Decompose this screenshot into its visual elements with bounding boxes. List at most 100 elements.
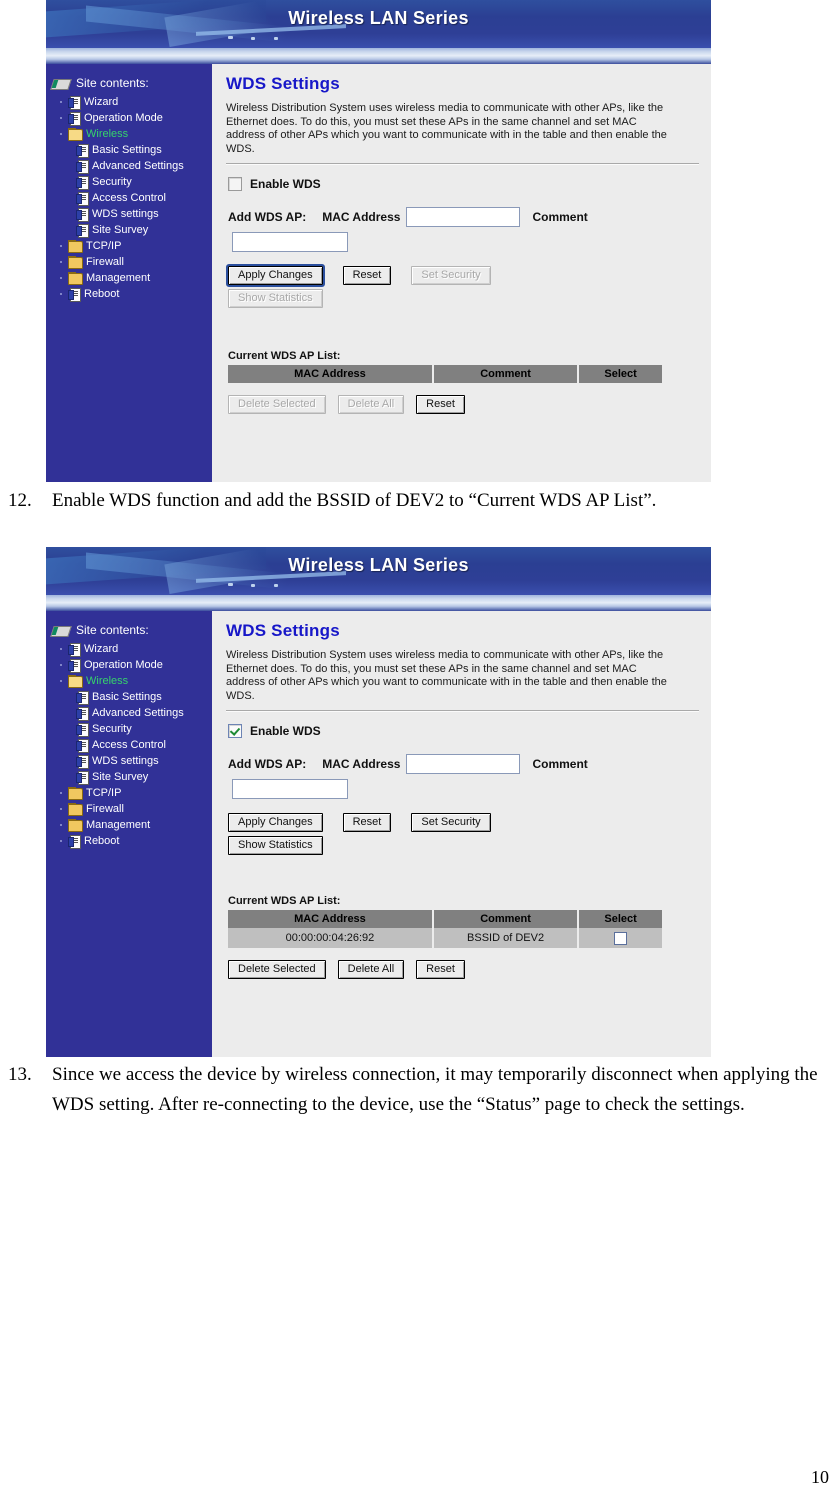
delete-selected-button[interactable]: Delete Selected xyxy=(228,395,326,414)
tree-connector xyxy=(60,126,68,142)
enable-wds-label: Enable WDS xyxy=(250,177,321,191)
enable-wds-row[interactable]: Enable WDS xyxy=(228,724,701,738)
sidebar-item-advanced-settings[interactable]: Advanced Settings xyxy=(46,705,212,721)
sidebar-item-label: Wireless xyxy=(86,128,129,140)
set-security-button[interactable]: Set Security xyxy=(411,813,491,832)
folder-icon xyxy=(68,240,83,253)
sidebar-item-management[interactable]: Management xyxy=(46,270,212,286)
page-icon xyxy=(68,287,81,302)
comment-input[interactable] xyxy=(232,232,348,252)
sidebar-item-security[interactable]: Security xyxy=(46,174,212,190)
comment-input[interactable] xyxy=(232,779,348,799)
action-button-row: Apply Changes Reset Set Security xyxy=(226,264,701,287)
row-select-checkbox[interactable] xyxy=(614,931,628,945)
show-statistics-button[interactable]: Show Statistics xyxy=(228,836,323,855)
page-body: Site contents: Wizard Operation Mode Wir… xyxy=(46,611,711,1057)
page-body: Site contents: Wizard Operation Mode Wir… xyxy=(46,64,711,482)
sidebar-item-operation-mode[interactable]: Operation Mode xyxy=(46,110,212,126)
sidebar-item-firewall[interactable]: Firewall xyxy=(46,254,212,270)
enable-wds-checkbox[interactable] xyxy=(228,724,242,738)
sidebar-item-operation-mode[interactable]: Operation Mode xyxy=(46,657,212,673)
sidebar-item-wizard[interactable]: Wizard xyxy=(46,94,212,110)
page-icon xyxy=(76,770,89,785)
table-reset-button[interactable]: Reset xyxy=(416,960,465,979)
page-icon xyxy=(68,658,81,673)
show-statistics-button[interactable]: Show Statistics xyxy=(228,289,323,308)
page-icon xyxy=(76,143,89,158)
apply-changes-button[interactable]: Apply Changes xyxy=(228,813,323,832)
sidebar-item-reboot[interactable]: Reboot xyxy=(46,833,212,849)
page-icon xyxy=(76,738,89,753)
banner-title: Wireless LAN Series xyxy=(288,8,469,28)
sidebar-item-tcpip[interactable]: TCP/IP xyxy=(46,238,212,254)
sidebar-item-tcpip[interactable]: TCP/IP xyxy=(46,785,212,801)
delete-all-button[interactable]: Delete All xyxy=(337,395,405,414)
sidebar-item-label: Access Control xyxy=(92,739,166,751)
sidebar-item-management[interactable]: Management xyxy=(46,817,212,833)
tree-connector xyxy=(60,785,68,801)
page-icon xyxy=(68,642,81,657)
sidebar-item-firewall[interactable]: Firewall xyxy=(46,801,212,817)
page-icon xyxy=(76,722,89,737)
sidebar-item-site-survey[interactable]: Site Survey xyxy=(46,769,212,785)
page-icon xyxy=(76,690,89,705)
content-divider xyxy=(226,163,699,165)
set-security-button[interactable]: Set Security xyxy=(411,266,491,285)
delete-all-button[interactable]: Delete All xyxy=(337,960,405,979)
statistics-button-row: Show Statistics xyxy=(228,289,701,308)
main-content: WDS Settings Wireless Distribution Syste… xyxy=(212,64,711,482)
banner-dot-2 xyxy=(251,584,255,587)
instruction-text: Since we access the device by wireless c… xyxy=(52,1064,818,1115)
delete-selected-button[interactable]: Delete Selected xyxy=(228,960,326,979)
sidebar-heading: Site contents: xyxy=(46,72,212,94)
sidebar-item-access-control[interactable]: Access Control xyxy=(46,190,212,206)
tree-connector xyxy=(60,238,68,254)
enable-wds-label: Enable WDS xyxy=(250,724,321,738)
sidebar-item-access-control[interactable]: Access Control xyxy=(46,737,212,753)
instruction-item-13: 13. Since we access the device by wirele… xyxy=(8,1060,828,1120)
sidebar-item-basic-settings[interactable]: Basic Settings xyxy=(46,142,212,158)
mac-address-input[interactable] xyxy=(406,754,521,774)
mac-address-input[interactable] xyxy=(406,207,521,227)
enable-wds-row[interactable]: Enable WDS xyxy=(228,177,701,191)
book-icon xyxy=(50,77,72,90)
page-number: 10 xyxy=(811,1467,829,1487)
sidebar-item-label: Management xyxy=(86,819,151,831)
table-reset-button[interactable]: Reset xyxy=(416,395,465,414)
content-divider xyxy=(226,710,699,712)
reset-button[interactable]: Reset xyxy=(342,813,392,832)
banner-divider-band xyxy=(46,595,711,611)
cell-comment: BSSID of DEV2 xyxy=(433,928,578,948)
main-content: WDS Settings Wireless Distribution Syste… xyxy=(212,611,711,1057)
reset-button[interactable]: Reset xyxy=(342,266,392,285)
page-icon xyxy=(76,223,89,238)
sidebar-item-advanced-settings[interactable]: Advanced Settings xyxy=(46,158,212,174)
sidebar-heading: Site contents: xyxy=(46,619,212,641)
page-icon xyxy=(68,111,81,126)
current-wds-ap-list-label: Current WDS AP List: xyxy=(228,895,341,907)
sidebar-item-wizard[interactable]: Wizard xyxy=(46,641,212,657)
sidebar-item-wds-settings[interactable]: WDS settings xyxy=(46,753,212,769)
page-icon xyxy=(68,95,81,110)
sidebar-item-site-survey[interactable]: Site Survey xyxy=(46,222,212,238)
page-title: WDS Settings xyxy=(226,621,340,640)
column-header-comment: Comment xyxy=(433,365,578,383)
sidebar-item-basic-settings[interactable]: Basic Settings xyxy=(46,689,212,705)
sidebar-item-reboot[interactable]: Reboot xyxy=(46,286,212,302)
folder-open-icon xyxy=(68,128,83,141)
sidebar-item-wireless[interactable]: Wireless xyxy=(46,673,212,689)
comment-label: Comment xyxy=(532,210,588,224)
sidebar-item-security[interactable]: Security xyxy=(46,721,212,737)
add-wds-ap-label: Add WDS AP: xyxy=(228,757,307,771)
sidebar-item-wds-settings[interactable]: WDS settings xyxy=(46,206,212,222)
enable-wds-checkbox[interactable] xyxy=(228,177,242,191)
column-header-select: Select xyxy=(579,365,662,383)
table-button-row: Delete Selected Delete All Reset xyxy=(228,960,701,979)
sidebar-item-label: Wizard xyxy=(84,643,119,655)
sidebar-heading-label: Site contents: xyxy=(76,76,149,90)
sidebar-item-label: Operation Mode xyxy=(84,112,163,124)
apply-changes-button[interactable]: Apply Changes xyxy=(226,264,325,287)
sidebar-item-label: Wizard xyxy=(84,96,119,108)
sidebar-item-label: Firewall xyxy=(86,256,124,268)
sidebar-item-wireless[interactable]: Wireless xyxy=(46,126,212,142)
